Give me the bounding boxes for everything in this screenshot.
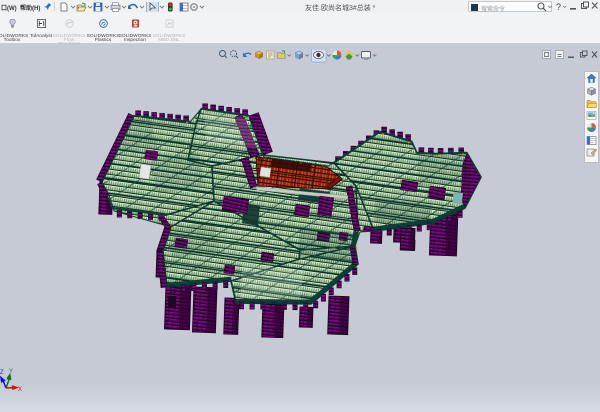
svg-text:?: ? xyxy=(556,2,561,12)
